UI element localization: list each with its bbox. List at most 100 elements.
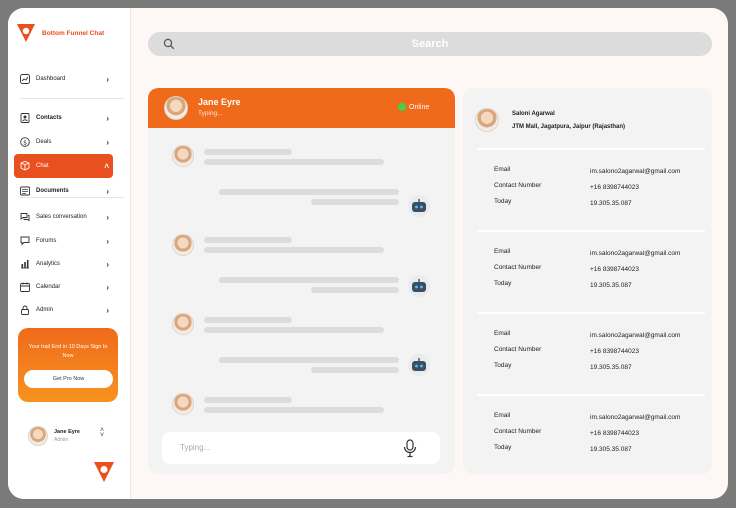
brand-name: Bottom Funnel Chat: [42, 29, 105, 37]
chevron-right-icon: ›: [106, 259, 109, 269]
email-value: im.salono2agarwal@gmail.com: [590, 332, 681, 339]
sidebar-item-label: Analytics: [36, 261, 61, 267]
message-input[interactable]: Typing...: [162, 432, 440, 464]
chevron-right-icon: ›: [106, 113, 109, 123]
email-label: Email: [494, 166, 511, 173]
user-name: Jane Eyre: [54, 429, 80, 435]
chat-status: Typing...: [198, 110, 223, 117]
message-placeholder-line: [204, 407, 384, 413]
dollar-icon: $: [19, 137, 30, 148]
message-placeholder-line: [219, 277, 399, 283]
sidebar-item-calendar[interactable]: Calendar ›: [14, 276, 113, 298]
brand[interactable]: Bottom Funnel Chat: [16, 22, 104, 44]
message-placeholder-line: [204, 247, 384, 253]
today-value: 19.305.35.087: [590, 446, 632, 453]
bot-avatar-icon: [408, 275, 430, 297]
avatar: [172, 313, 194, 335]
contact-number-value: +16 8398744023: [590, 430, 639, 437]
divider: [20, 197, 124, 198]
chevron-right-icon: ›: [106, 212, 109, 222]
email-value: im.salono2agarwal@gmail.com: [590, 414, 681, 421]
avatar: [172, 393, 194, 415]
sidebar-item-label: Calendar: [36, 284, 61, 290]
today-value: 19.305.35.087: [590, 282, 632, 289]
message-placeholder-line: [311, 287, 399, 293]
sidebar-item-admin[interactable]: Admin ›: [14, 299, 113, 321]
search-icon: [163, 38, 175, 50]
sidebar-item-label: Deals: [36, 139, 52, 145]
online-label: Online: [409, 103, 430, 111]
bot-avatar-icon: [408, 195, 430, 217]
search-input[interactable]: Search: [148, 38, 712, 50]
sidebar-item-chat[interactable]: Chat ˄: [14, 154, 113, 178]
today-label: Today: [494, 280, 512, 287]
message-placeholder-line: [204, 397, 292, 403]
contact-number-value: +16 8398744023: [590, 266, 639, 273]
avatar: [475, 108, 499, 132]
sidebar-item-label: Forums: [36, 238, 57, 244]
analytics-icon: [19, 259, 30, 270]
email-label: Email: [494, 248, 511, 255]
sidebar-item-contacts[interactable]: Contacts ›: [14, 107, 113, 129]
message-placeholder-line: [311, 199, 399, 205]
email-value: im.salono2agarwal@gmail.com: [590, 250, 681, 257]
email-label: Email: [494, 330, 511, 337]
sidebar-item-label: Dashboard: [36, 76, 66, 82]
chevron-right-icon: ›: [106, 137, 109, 147]
lock-icon: [19, 305, 30, 316]
chat-panel: Jane Eyre Typing... Online Typing...: [148, 88, 455, 474]
chevron-right-icon: ›: [106, 305, 109, 315]
conversation-icon: [19, 212, 30, 223]
chevron-right-icon: ›: [106, 74, 109, 84]
contact-number-label: Contact Number: [494, 346, 542, 353]
contact-address: JTM Mall, Jagatpura, Jaipur (Rajasthan): [512, 124, 626, 130]
message-placeholder-line: [219, 357, 399, 363]
sidebar-item-dashboard[interactable]: Dashboard ›: [14, 68, 113, 90]
today-label: Today: [494, 444, 512, 451]
forum-icon: [19, 236, 30, 247]
svg-text:$: $: [23, 139, 27, 146]
sidebar-item-documents[interactable]: Documents ›: [14, 180, 113, 202]
avatar: [28, 426, 48, 446]
avatar: [164, 96, 188, 120]
chat-icon: [19, 161, 30, 172]
contact-info-card: Email im.salono2agarwal@gmail.com Contac…: [477, 312, 705, 390]
sidebar-item-forums[interactable]: Forums ›: [14, 230, 113, 252]
online-indicator: Online: [398, 103, 429, 111]
avatar: [172, 234, 194, 256]
message-placeholder-line: [204, 149, 292, 155]
email-value: im.salono2agarwal@gmail.com: [590, 168, 681, 175]
contact-number-value: +16 8398744023: [590, 184, 639, 191]
today-value: 19.305.35.087: [590, 364, 632, 371]
sidebar-item-analytics[interactable]: Analytics ›: [14, 253, 113, 275]
contact-header: Saloni Agarwal JTM Mall, Jagatpura, Jaip…: [475, 108, 625, 132]
sidebar-item-deals[interactable]: $ Deals ›: [14, 131, 113, 153]
get-pro-button[interactable]: Get Pro Now: [24, 370, 113, 388]
microphone-icon[interactable]: [403, 439, 417, 458]
user-profile[interactable]: Jane Eyre Admin: [28, 426, 80, 446]
chevron-up-down-icon[interactable]: ˄ ˅: [100, 427, 104, 439]
search-bar[interactable]: Search: [148, 32, 712, 56]
today-value: 19.305.35.087: [590, 200, 632, 207]
sidebar: Bottom Funnel Chat Dashboard › Contacts …: [8, 8, 131, 499]
contacts-icon: [19, 113, 30, 124]
email-label: Email: [494, 412, 511, 419]
avatar: [172, 145, 194, 167]
chevron-up-icon: ˄: [104, 161, 109, 171]
sidebar-item-label: Chat: [36, 163, 49, 169]
contact-number-label: Contact Number: [494, 264, 542, 271]
user-role: Admin: [54, 437, 69, 443]
message-placeholder-line: [311, 367, 399, 373]
divider: [20, 98, 124, 99]
contact-number-value: +16 8398744023: [590, 348, 639, 355]
contact-info-card: Email im.salono2agarwal@gmail.com Contac…: [477, 230, 705, 308]
footer-logo-icon: [94, 462, 114, 482]
sidebar-item-label: Contacts: [36, 115, 62, 121]
sidebar-item-sales-conversation[interactable]: Sales conversation ›: [14, 206, 113, 228]
brand-logo-icon: [17, 24, 35, 42]
chat-contact-name: Jane Eyre: [198, 97, 241, 107]
online-dot-icon: [398, 103, 406, 111]
chevron-right-icon: ›: [106, 282, 109, 292]
contact-name: Saloni Agarwal: [512, 111, 555, 117]
message-placeholder-line: [204, 327, 384, 333]
